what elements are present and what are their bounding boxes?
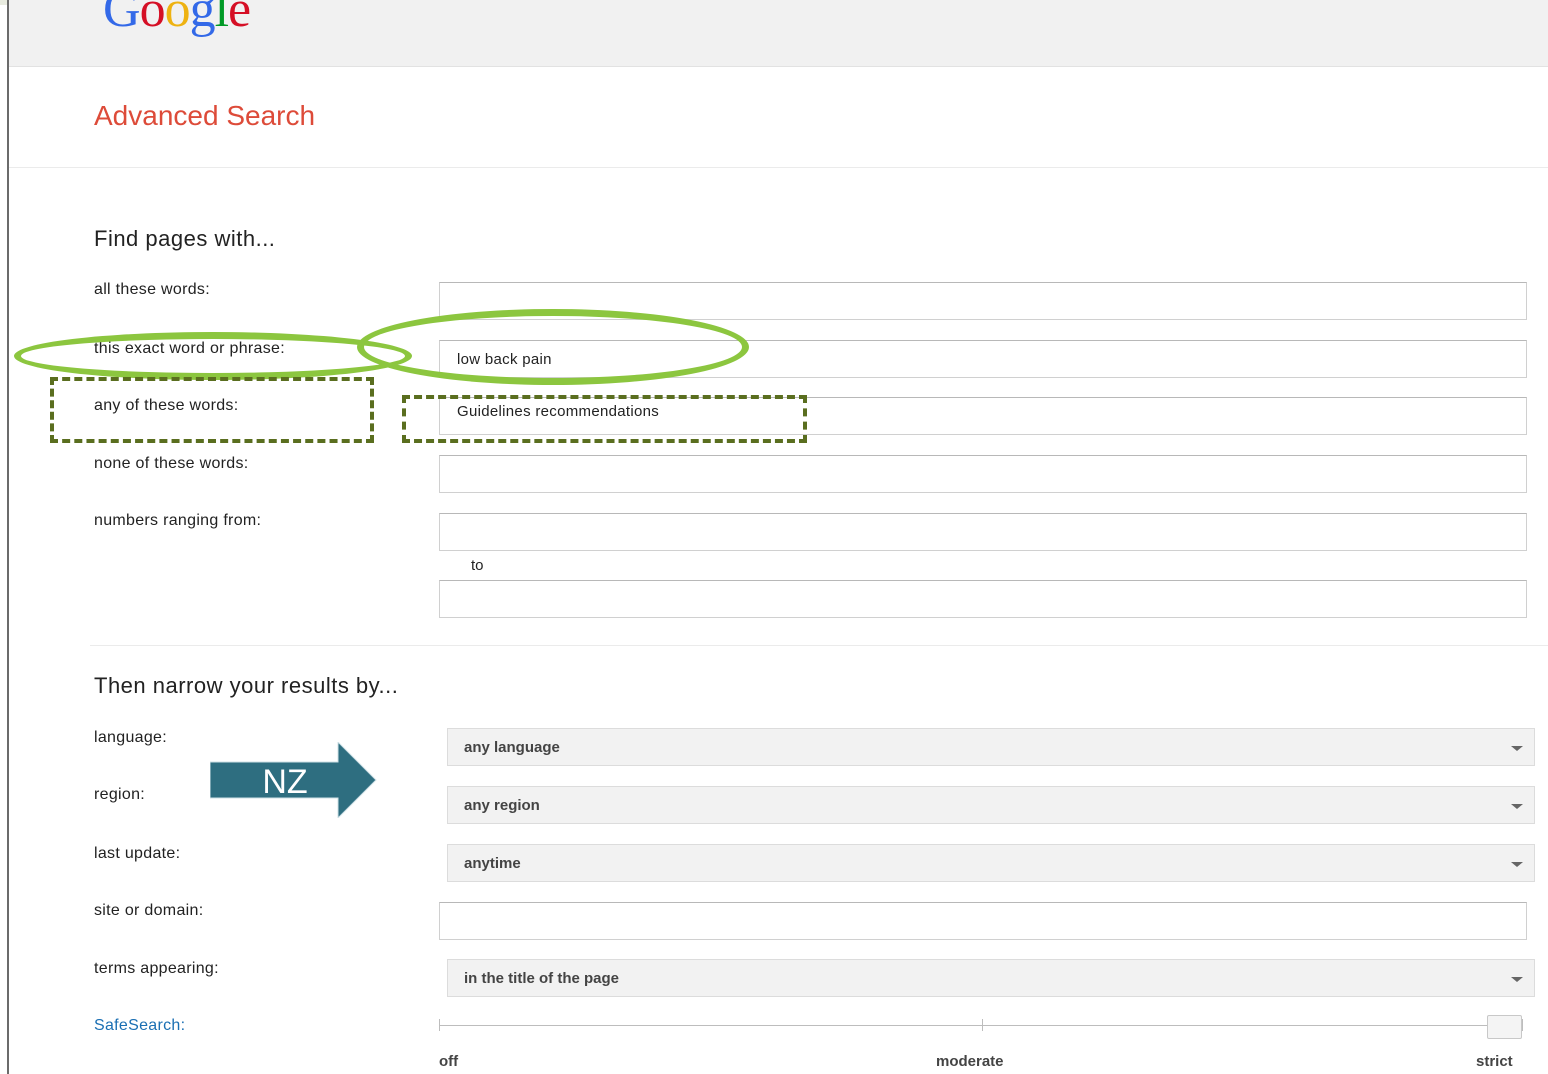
- region-label: region:: [94, 786, 146, 803]
- safesearch-link[interactable]: SafeSearch:: [94, 1017, 185, 1035]
- highlight-ellipse: [14, 332, 412, 380]
- highlight-ellipse: [357, 309, 749, 385]
- safesearch-off-label: off: [439, 1053, 459, 1070]
- safesearch-slider-handle[interactable]: [1487, 1015, 1522, 1039]
- dashed-highlight-box: [402, 395, 807, 443]
- terms-appearing-label: terms appearing:: [94, 960, 219, 977]
- narrow-results-heading: Then narrow your results by...: [94, 673, 399, 698]
- find-pages-heading: Find pages with...: [94, 226, 276, 251]
- numbers-from-label: numbers ranging from:: [94, 512, 262, 529]
- terms-appearing-select[interactable]: in the title of the page: [447, 959, 1535, 997]
- arrow-label: NZ: [262, 763, 307, 801]
- numbers-from-input[interactable]: [439, 513, 1527, 551]
- arrow-right-icon: NZ: [210, 742, 377, 818]
- safesearch-slider-track[interactable]: [439, 1025, 1523, 1026]
- region-select[interactable]: any region: [447, 786, 1535, 824]
- none-words-label: none of these words:: [94, 455, 249, 472]
- chevron-down-icon: [1511, 746, 1523, 751]
- all-words-label: all these words:: [94, 281, 210, 298]
- divider: [90, 645, 1548, 646]
- language-label: language:: [94, 729, 167, 746]
- chevron-down-icon: [1511, 804, 1523, 809]
- terms-appearing-value: in the title of the page: [464, 970, 620, 987]
- site-domain-input[interactable]: [439, 902, 1527, 940]
- safesearch-strict-label: strict: [1476, 1053, 1513, 1070]
- numbers-to-input[interactable]: [439, 580, 1527, 618]
- last-update-label: last update:: [94, 845, 181, 862]
- header-bar: Google: [9, 0, 1548, 67]
- slider-tick: [439, 1019, 440, 1031]
- site-domain-label: site or domain:: [94, 902, 204, 919]
- language-select[interactable]: any language: [447, 728, 1535, 766]
- page-title: Advanced Search: [94, 100, 316, 131]
- slider-tick: [982, 1019, 983, 1031]
- dashed-highlight-box: [50, 377, 374, 443]
- language-value: any language: [464, 739, 560, 756]
- to-label: to: [471, 557, 484, 574]
- region-value: any region: [464, 797, 540, 814]
- last-update-value: anytime: [464, 855, 521, 872]
- none-words-input[interactable]: [439, 455, 1527, 493]
- google-logo[interactable]: Google: [103, 0, 251, 40]
- left-border: [7, 0, 9, 1074]
- last-update-select[interactable]: anytime: [447, 844, 1535, 882]
- slider-tick: [1522, 1019, 1523, 1031]
- divider: [9, 167, 1548, 168]
- chevron-down-icon: [1511, 977, 1523, 982]
- safesearch-moderate-label: moderate: [936, 1053, 1004, 1070]
- chevron-down-icon: [1511, 862, 1523, 867]
